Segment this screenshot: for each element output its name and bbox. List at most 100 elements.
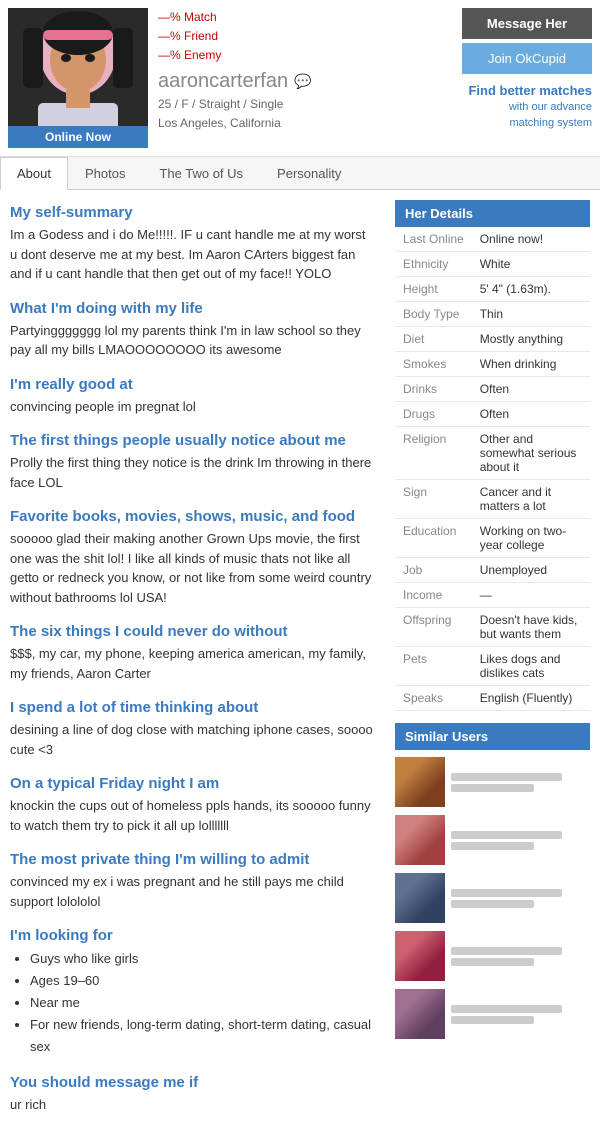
similar-user-5[interactable] — [395, 986, 590, 1042]
doing-life-text: Partyinggggggg lol my parents think I'm … — [10, 321, 375, 360]
username[interactable]: aaroncarterfan — [158, 70, 288, 93]
details-row: JobUnemployed — [395, 558, 590, 583]
details-value: Mostly anything — [472, 327, 590, 352]
details-value: Likes dogs and dislikes cats — [472, 647, 590, 686]
favorites-title: Favorite books, movies, shows, music, an… — [10, 508, 375, 525]
profile-info: —% Match —% Friend —% Enemy aaroncarterf… — [148, 8, 462, 148]
tab-personality[interactable]: Personality — [260, 157, 358, 190]
details-label: Pets — [395, 647, 472, 686]
find-better: Find better matches with our advance mat… — [462, 82, 592, 131]
details-value: Working on two-year college — [472, 519, 590, 558]
details-row: DrinksOften — [395, 377, 590, 402]
details-value: Often — [472, 402, 590, 427]
details-row: ReligionOther and somewhat serious about… — [395, 427, 590, 480]
chat-icon[interactable]: 💬 — [294, 73, 311, 90]
similar-info — [451, 770, 590, 795]
details-header: Her Details — [395, 200, 590, 227]
similar-info — [451, 944, 590, 969]
similar-user-1[interactable] — [395, 754, 590, 810]
notice-title: The first things people usually notice a… — [10, 432, 375, 449]
details-label: Diet — [395, 327, 472, 352]
details-value: 5' 4" (1.63m). — [472, 277, 590, 302]
join-button[interactable]: Join OkCupid — [462, 43, 592, 74]
profile-sections: My self-summary Im a Godess and i do Me!… — [0, 200, 385, 1125]
similar-users-grid — [395, 754, 590, 1042]
friend-percent: —% Friend — [158, 27, 452, 46]
match-percent: —% Match — [158, 8, 452, 27]
details-label: Speaks — [395, 686, 472, 711]
find-better-sub: with our advance matching system — [462, 100, 592, 131]
age: 25 — [158, 97, 171, 111]
list-item: Near me — [30, 992, 375, 1014]
doing-life-title: What I'm doing with my life — [10, 300, 375, 317]
details-label: Body Type — [395, 302, 472, 327]
details-row: Last OnlineOnline now! — [395, 227, 590, 252]
details-label: Drugs — [395, 402, 472, 427]
details-label: Ethnicity — [395, 252, 472, 277]
details-row: EducationWorking on two-year college — [395, 519, 590, 558]
details-value: When drinking — [472, 352, 590, 377]
details-label: Education — [395, 519, 472, 558]
right-sidebar: Her Details Last OnlineOnline now!Ethnic… — [385, 200, 600, 1125]
details-label: Smokes — [395, 352, 472, 377]
details-value: White — [472, 252, 590, 277]
similar-user-4[interactable] — [395, 928, 590, 984]
good-at-title: I'm really good at — [10, 376, 375, 393]
private-text: convinced my ex i was pregnant and he st… — [10, 872, 375, 911]
details-label: Last Online — [395, 227, 472, 252]
self-summary-title: My self-summary — [10, 204, 375, 221]
similar-thumb — [395, 757, 445, 807]
details-value: Online now! — [472, 227, 590, 252]
details-value: Thin — [472, 302, 590, 327]
details-value: Cancer and it matters a lot — [472, 480, 590, 519]
message-title: You should message me if — [10, 1074, 375, 1091]
details-row: Height5' 4" (1.63m). — [395, 277, 590, 302]
looking-title: I'm looking for — [10, 927, 375, 944]
message-text: ur rich — [10, 1095, 375, 1115]
tab-photos[interactable]: Photos — [68, 157, 142, 190]
details-value: — — [472, 583, 590, 608]
details-label: Drinks — [395, 377, 472, 402]
similar-thumb — [395, 873, 445, 923]
six-things-text: $$$, my car, my phone, keeping america a… — [10, 644, 375, 683]
details-label: Height — [395, 277, 472, 302]
details-row: PetsLikes dogs and dislikes cats — [395, 647, 590, 686]
tab-about[interactable]: About — [0, 157, 68, 190]
similar-user-2[interactable] — [395, 812, 590, 868]
tab-bar: About Photos The Two of Us Personality — [0, 157, 600, 190]
details-row: SpeaksEnglish (Fluently) — [395, 686, 590, 711]
notice-text: Prolly the first thing they notice is th… — [10, 453, 375, 492]
main-content: My self-summary Im a Godess and i do Me!… — [0, 190, 600, 1135]
orientation: Straight — [199, 97, 240, 111]
similar-thumb — [395, 815, 445, 865]
details-row: SmokesWhen drinking — [395, 352, 590, 377]
details-value: Doesn't have kids, but wants them — [472, 608, 590, 647]
details-value: Other and somewhat serious about it — [472, 427, 590, 480]
message-button[interactable]: Message Her — [462, 8, 592, 39]
profile-photo: Online Now — [8, 8, 148, 148]
details-value: English (Fluently) — [472, 686, 590, 711]
gender: F — [181, 97, 188, 111]
details-label: Religion — [395, 427, 472, 480]
similar-users-header: Similar Users — [395, 723, 590, 750]
tab-two-of-us[interactable]: The Two of Us — [142, 157, 260, 190]
favorites-text: sooooo glad their making another Grown U… — [10, 529, 375, 607]
details-label: Job — [395, 558, 472, 583]
list-item: Guys who like girls — [30, 948, 375, 970]
similar-user-3[interactable] — [395, 870, 590, 926]
status: Single — [250, 97, 283, 111]
details-row: EthnicityWhite — [395, 252, 590, 277]
details-row: SignCancer and it matters a lot — [395, 480, 590, 519]
private-title: The most private thing I'm willing to ad… — [10, 851, 375, 868]
header-actions: Message Her Join OkCupid Find better mat… — [462, 8, 592, 148]
details-row: OffspringDoesn't have kids, but wants th… — [395, 608, 590, 647]
details-value: Often — [472, 377, 590, 402]
match-info: —% Match —% Friend —% Enemy — [158, 8, 452, 66]
similar-info — [451, 828, 590, 853]
online-badge: Online Now — [8, 126, 148, 148]
thinking-text: desining a line of dog close with matchi… — [10, 720, 375, 759]
user-meta: 25 / F / Straight / Single Los Angeles, … — [158, 95, 452, 133]
thinking-title: I spend a lot of time thinking about — [10, 699, 375, 716]
list-item: For new friends, long-term dating, short… — [30, 1014, 375, 1058]
six-things-title: The six things I could never do without — [10, 623, 375, 640]
